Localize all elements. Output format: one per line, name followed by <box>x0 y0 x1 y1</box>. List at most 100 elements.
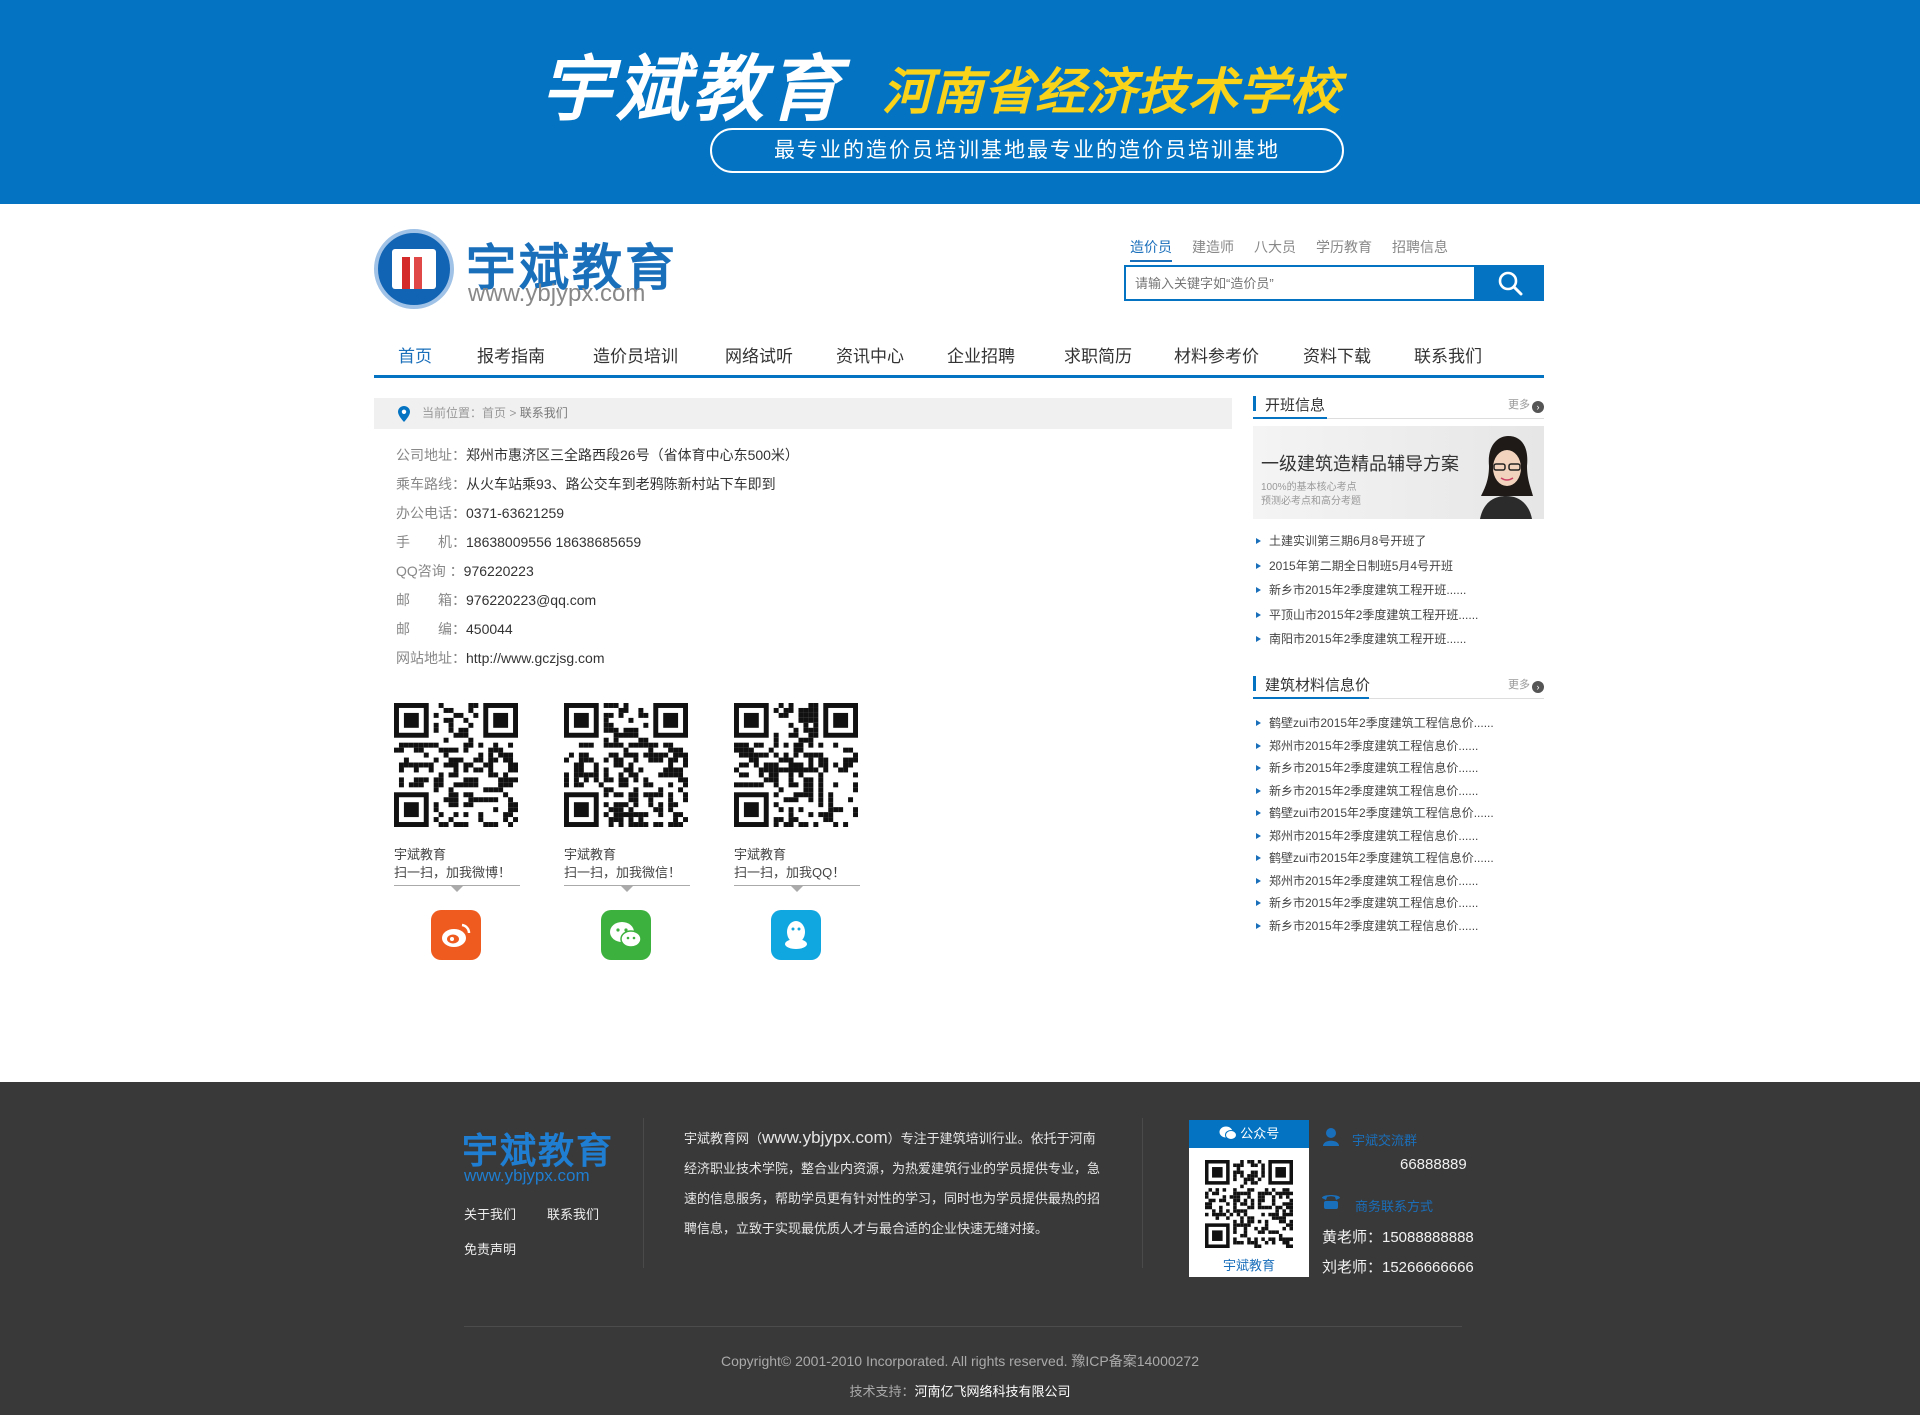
nav-news[interactable]: 资讯中心 <box>836 342 904 367</box>
logo-url: www.ybjypx.com <box>468 280 646 307</box>
qr-card-name: 宇斌教育 <box>394 847 447 862</box>
wechat-qr-name: 宇斌教育 <box>1222 1258 1275 1273</box>
list-item[interactable]: 郑州市2015年2季度建筑工程信息价...... <box>1253 827 1544 850</box>
contact-value: 18638009556 18638685659 <box>466 534 642 550</box>
nav-contact[interactable]: 联系我们 <box>1414 342 1482 367</box>
qr-card-action: 扫一扫，加我QQ！ <box>734 865 846 880</box>
top-banner: 宇斌教育 河南省经济技术学校 最专业的造价员培训基地最专业的造价员培训基地 <box>0 0 1920 204</box>
tech-support-prefix: 技术支持： <box>849 1384 915 1399</box>
breadcrumb: 当前位置：首页 > 联系我们 <box>374 398 1232 429</box>
qq-icon[interactable] <box>771 910 821 960</box>
contact-row: 乘车路线：从火车站乘93、路公交车到老鸦陈新村站下车即到 <box>396 474 799 503</box>
contact-label: 办公电话： <box>396 505 466 521</box>
list-item[interactable]: 平顶山市2015年2季度建筑工程开班...... <box>1253 606 1544 631</box>
search-input[interactable] <box>1126 267 1474 299</box>
list-item[interactable]: 鹤壁zui市2015年2季度建筑工程信息价...... <box>1253 714 1544 737</box>
banner-slogan: 最专业的造价员培训基地最专业的造价员培训基地 <box>710 128 1344 173</box>
nav-cost-training[interactable]: 造价员培训 <box>593 342 678 367</box>
list-item[interactable]: 2015年第二期全日制班5月4号开班 <box>1253 557 1544 582</box>
teacher-photo <box>1480 436 1533 519</box>
contact-value[interactable]: http://www.gczjsg.com <box>466 650 605 666</box>
location-pin-icon <box>398 406 410 422</box>
nav-home[interactable]: 首页 <box>398 342 432 367</box>
footer-link-disclaimer[interactable]: 免责声明 <box>464 1239 516 1258</box>
list-item[interactable]: 新乡市2015年2季度建筑工程信息价...... <box>1253 759 1544 782</box>
qr-card-weibo: 宇斌教育 扫一扫，加我微博！ <box>394 703 520 960</box>
wechat-qr-label: 公众号 <box>1240 1126 1280 1141</box>
search-box <box>1124 265 1476 301</box>
breadcrumb-prefix[interactable]: 当前位置：首页 > <box>422 406 520 420</box>
contact-row: 手 机：18638009556 18638685659 <box>396 532 799 561</box>
nav-recruitment[interactable]: 企业招聘 <box>947 342 1015 367</box>
divider <box>564 885 690 892</box>
contact-label: 网站地址： <box>396 650 466 666</box>
main-nav: 首页 报考指南 造价员培训 网络试听 资讯中心 企业招聘 求职简历 材料参考价 … <box>374 332 1544 378</box>
qr-card-name: 宇斌教育 <box>564 847 617 862</box>
contact-row: 公司地址：郑州市惠济区三全路西段26号（省体育中心东500米） <box>396 445 799 474</box>
about-body: ）专注于建筑培训行业。依托于河南经济职业技术学院，整合业内资源，为热爱建筑行业的… <box>684 1131 1101 1236</box>
materials-more-link[interactable]: 更多 › <box>1508 676 1544 693</box>
classes-title: 开班信息 <box>1265 397 1326 414</box>
group-number: 66888889 <box>1400 1156 1467 1173</box>
search-tab-jobs[interactable]: 招聘信息 <box>1392 237 1448 262</box>
search-tab-eight-staff[interactable]: 八大员 <box>1254 237 1296 262</box>
nav-exam-guide[interactable]: 报考指南 <box>477 342 545 367</box>
list-item[interactable]: 新乡市2015年2季度建筑工程信息价...... <box>1253 917 1544 940</box>
contact-row: 邮 箱：976220223@qq.com <box>396 590 799 619</box>
footer-link-about[interactable]: 关于我们 <box>464 1204 516 1223</box>
nav-online-trial[interactable]: 网络试听 <box>725 342 793 367</box>
banner-title: 宇斌教育 <box>540 50 845 130</box>
classes-more-link[interactable]: 更多 › <box>1508 396 1544 413</box>
list-item[interactable]: 南阳市2015年2季度建筑工程开班...... <box>1253 630 1544 655</box>
chevron-right-icon: › <box>1532 681 1544 693</box>
breadcrumb-current: 联系我们 <box>519 406 568 420</box>
search-tab-education[interactable]: 学历教育 <box>1316 237 1372 262</box>
list-item[interactable]: 郑州市2015年2季度建筑工程信息价...... <box>1253 872 1544 895</box>
contact-row: QQ咨询 ：976220223 <box>396 561 799 590</box>
search-button[interactable] <box>1476 265 1544 301</box>
search-tabs: 造价员 建造师 八大员 学历教育 招聘信息 <box>1130 237 1448 262</box>
wechat-icon[interactable] <box>601 910 651 960</box>
business-contact-title: 商务联系方式 <box>1355 1199 1434 1214</box>
promo-subtitle: 100%的基本核心考点 <box>1261 482 1357 493</box>
tech-support-company[interactable]: 河南亿飞网络科技有限公司 <box>915 1384 1071 1399</box>
list-item[interactable]: 鹤壁zui市2015年2季度建筑工程信息价...... <box>1253 849 1544 872</box>
qr-code-image <box>564 703 688 827</box>
business-contact-2: 刘老师：15266666666 <box>1322 1259 1474 1276</box>
list-item[interactable]: 土建实训第三期6月8号开班了 <box>1253 532 1544 557</box>
nav-material-prices[interactable]: 材料参考价 <box>1174 342 1259 367</box>
book-icon <box>392 249 436 289</box>
logo-emblem[interactable] <box>374 229 454 309</box>
qr-card-action: 扫一扫，加我微博！ <box>394 865 512 880</box>
contact-value: 976220223@qq.com <box>466 592 597 608</box>
group-title: 宇斌交流群 <box>1352 1133 1418 1148</box>
footer-link-contact[interactable]: 联系我们 <box>547 1204 599 1223</box>
nav-resumes[interactable]: 求职简历 <box>1064 342 1132 367</box>
materials-list: 鹤壁zui市2015年2季度建筑工程信息价...... 郑州市2015年2季度建… <box>1253 714 1544 939</box>
footer-about-text: 宇斌教育网（www.ybjypx.com）专注于建筑培训行业。依托于河南经济职业… <box>684 1123 1104 1244</box>
search-tab-cost-engineer[interactable]: 造价员 <box>1130 237 1172 262</box>
divider <box>734 885 860 892</box>
classes-promo-banner[interactable]: 一级建筑造精品辅导方案 100%的基本核心考点 预测必考点和高分考题 <box>1253 426 1544 519</box>
classes-header: 开班信息 更多 › <box>1253 391 1544 419</box>
copyright: Copyright© 2001-2010 Incorporated. All r… <box>720 1353 1200 1369</box>
qr-card-action: 扫一扫，加我微信！ <box>564 865 682 880</box>
list-item[interactable]: 鹤壁zui市2015年2季度建筑工程信息价...... <box>1253 804 1544 827</box>
contact-label: 邮 编： <box>396 621 466 637</box>
group-icon <box>1323 1128 1339 1146</box>
qr-card-wechat: 宇斌教育 扫一扫，加我微信！ <box>564 703 690 960</box>
about-prefix: 宇斌教育网（ <box>684 1131 763 1146</box>
list-item[interactable]: 郑州市2015年2季度建筑工程信息价...... <box>1253 737 1544 760</box>
wechat-icon <box>1219 1126 1237 1140</box>
nav-downloads[interactable]: 资料下载 <box>1303 342 1371 367</box>
weibo-icon[interactable] <box>431 910 481 960</box>
more-label: 更多 <box>1508 399 1530 411</box>
business-contact-1: 黄老师：15088888888 <box>1322 1229 1474 1246</box>
qr-card-qq: 宇斌教育 扫一扫，加我QQ！ <box>734 703 860 960</box>
list-item[interactable]: 新乡市2015年2季度建筑工程开班...... <box>1253 581 1544 606</box>
list-item[interactable]: 新乡市2015年2季度建筑工程信息价...... <box>1253 894 1544 917</box>
search-tab-constructor[interactable]: 建造师 <box>1192 237 1234 262</box>
footer-url: www.ybjypx.com <box>464 1166 590 1185</box>
list-item[interactable]: 新乡市2015年2季度建筑工程信息价...... <box>1253 782 1544 805</box>
contact-row: 网站地址：http://www.gczjsg.com <box>396 648 799 677</box>
